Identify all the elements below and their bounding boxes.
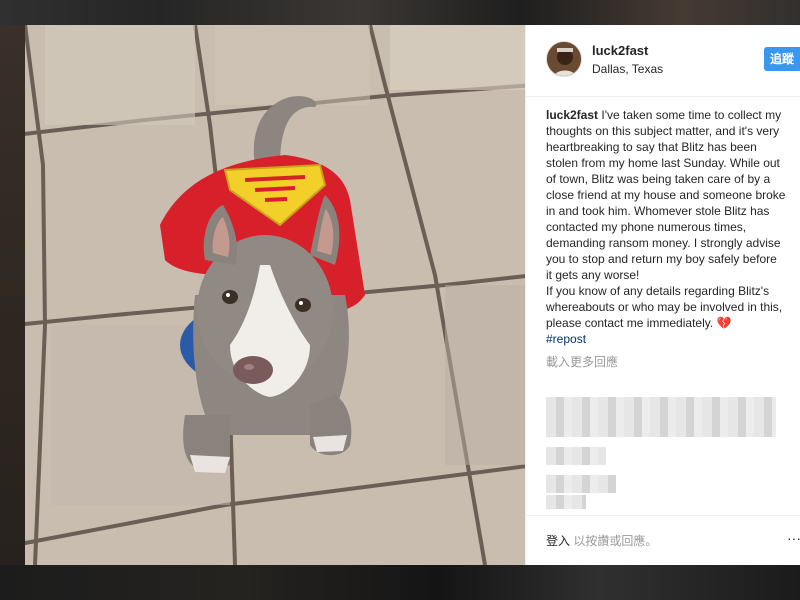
caption-username-link[interactable]: luck2fast [546,108,598,122]
more-options-icon[interactable]: ··· [787,530,800,546]
user-meta: luck2fast Dallas, Texas [592,41,663,77]
location-link[interactable]: Dallas, Texas [592,61,663,77]
follow-button[interactable]: 追蹤 [764,47,800,71]
puppy-photo-image [25,25,525,565]
hashtag-link[interactable]: #repost [546,332,586,346]
blurred-comment [546,495,586,509]
blurred-comment [546,447,606,465]
post-side-panel: luck2fast Dallas, Texas 追蹤 luck2fast I'v… [525,25,800,565]
post-footer: 登入 以按讚或回應。 ··· [526,515,800,565]
caption-text: I've taken some time to collect my thoug… [546,108,786,282]
username-link[interactable]: luck2fast [592,43,663,59]
blurred-comment [546,397,776,437]
post-modal: luck2fast Dallas, Texas 追蹤 luck2fast I'v… [25,25,800,565]
load-more-comments-link[interactable]: 載入更多回應 [526,347,800,370]
login-suffix: 以按讚或回應。 [570,534,658,548]
avatar-image [547,42,581,76]
post-photo [25,25,525,565]
login-link[interactable]: 登入 [546,534,570,548]
profile-avatar[interactable] [546,41,582,77]
post-caption: luck2fast I've taken some time to collec… [526,97,800,347]
blurred-comment [546,475,616,493]
caption-text-2: If you know of any details regarding Bli… [546,284,783,330]
post-header: luck2fast Dallas, Texas 追蹤 [526,25,800,97]
